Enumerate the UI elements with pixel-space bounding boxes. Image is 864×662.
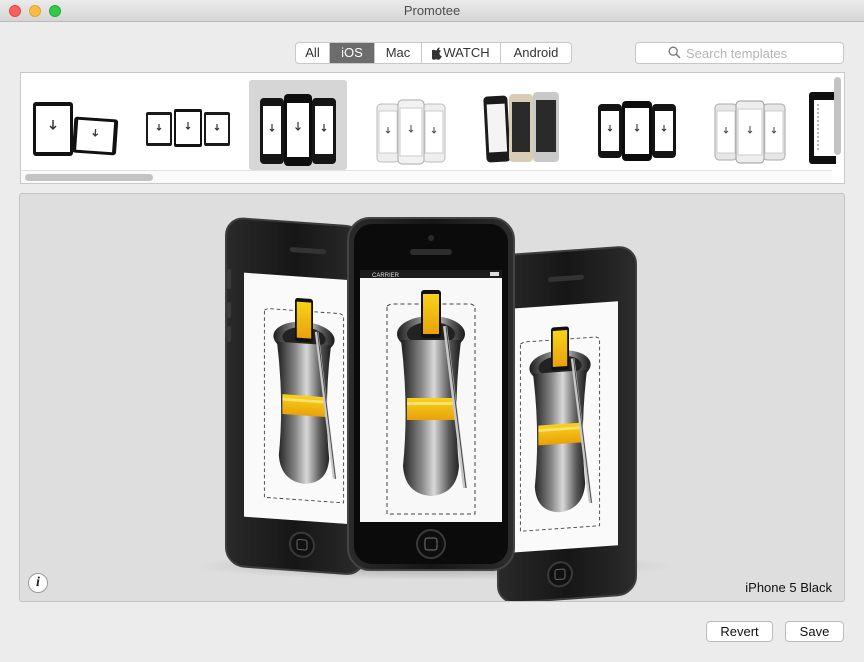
device-preview: CARRIER i iPhone 5 Black: [19, 193, 845, 602]
horizontal-scroll-track: [21, 170, 832, 183]
tab-watch[interactable]: WATCH: [422, 43, 501, 63]
carrier-label: CARRIER: [372, 273, 400, 279]
template-thumb[interactable]: [475, 80, 573, 170]
tab-android[interactable]: Android: [501, 43, 571, 63]
tab-ios[interactable]: iOS: [330, 43, 375, 63]
search-icon: [668, 46, 681, 59]
apple-icon: [432, 47, 443, 60]
window-title: Promotee: [403, 3, 461, 18]
info-button[interactable]: i: [28, 573, 48, 593]
platform-filter: All iOS Mac WATCH Android: [295, 42, 572, 64]
ipad-triple-icon: [146, 109, 230, 147]
iphone-black-triple-icon: [598, 101, 676, 161]
template-thumb[interactable]: [136, 80, 234, 170]
search-input[interactable]: [686, 45, 836, 61]
iphone-white-triple-icon: [376, 99, 446, 165]
template-strip: [20, 72, 845, 184]
vertical-scrollbar[interactable]: [834, 77, 841, 155]
tab-all[interactable]: All: [296, 43, 330, 63]
template-thumb[interactable]: [362, 80, 460, 170]
iphone-mockup-preview: CARRIER: [193, 217, 673, 601]
iphone-5s-trio-icon: [483, 92, 559, 163]
search-field[interactable]: [635, 42, 844, 64]
revert-button[interactable]: Revert: [706, 621, 773, 642]
app-window: Promotee All iOS Mac WATCH Android Searc…: [0, 0, 864, 662]
ipad-pair-icon: [33, 102, 119, 156]
tab-mac[interactable]: Mac: [375, 43, 422, 63]
template-thumb[interactable]: [701, 80, 799, 170]
title-bar: Promotee: [0, 0, 864, 22]
iphone-5-black-triple-icon: [260, 94, 336, 166]
template-thumb[interactable]: [806, 80, 836, 170]
template-thumb[interactable]: [23, 80, 121, 170]
device-name-label: iPhone 5 Black: [745, 580, 832, 595]
save-button[interactable]: Save: [785, 621, 844, 642]
horizontal-scrollbar[interactable]: [25, 174, 153, 181]
tab-watch-label: WATCH: [443, 45, 490, 60]
iphone-silver-triple-icon: [714, 100, 786, 164]
ipad-partial-icon: [809, 92, 836, 164]
template-thumb[interactable]: [588, 80, 686, 170]
template-thumb-selected[interactable]: [249, 80, 347, 170]
